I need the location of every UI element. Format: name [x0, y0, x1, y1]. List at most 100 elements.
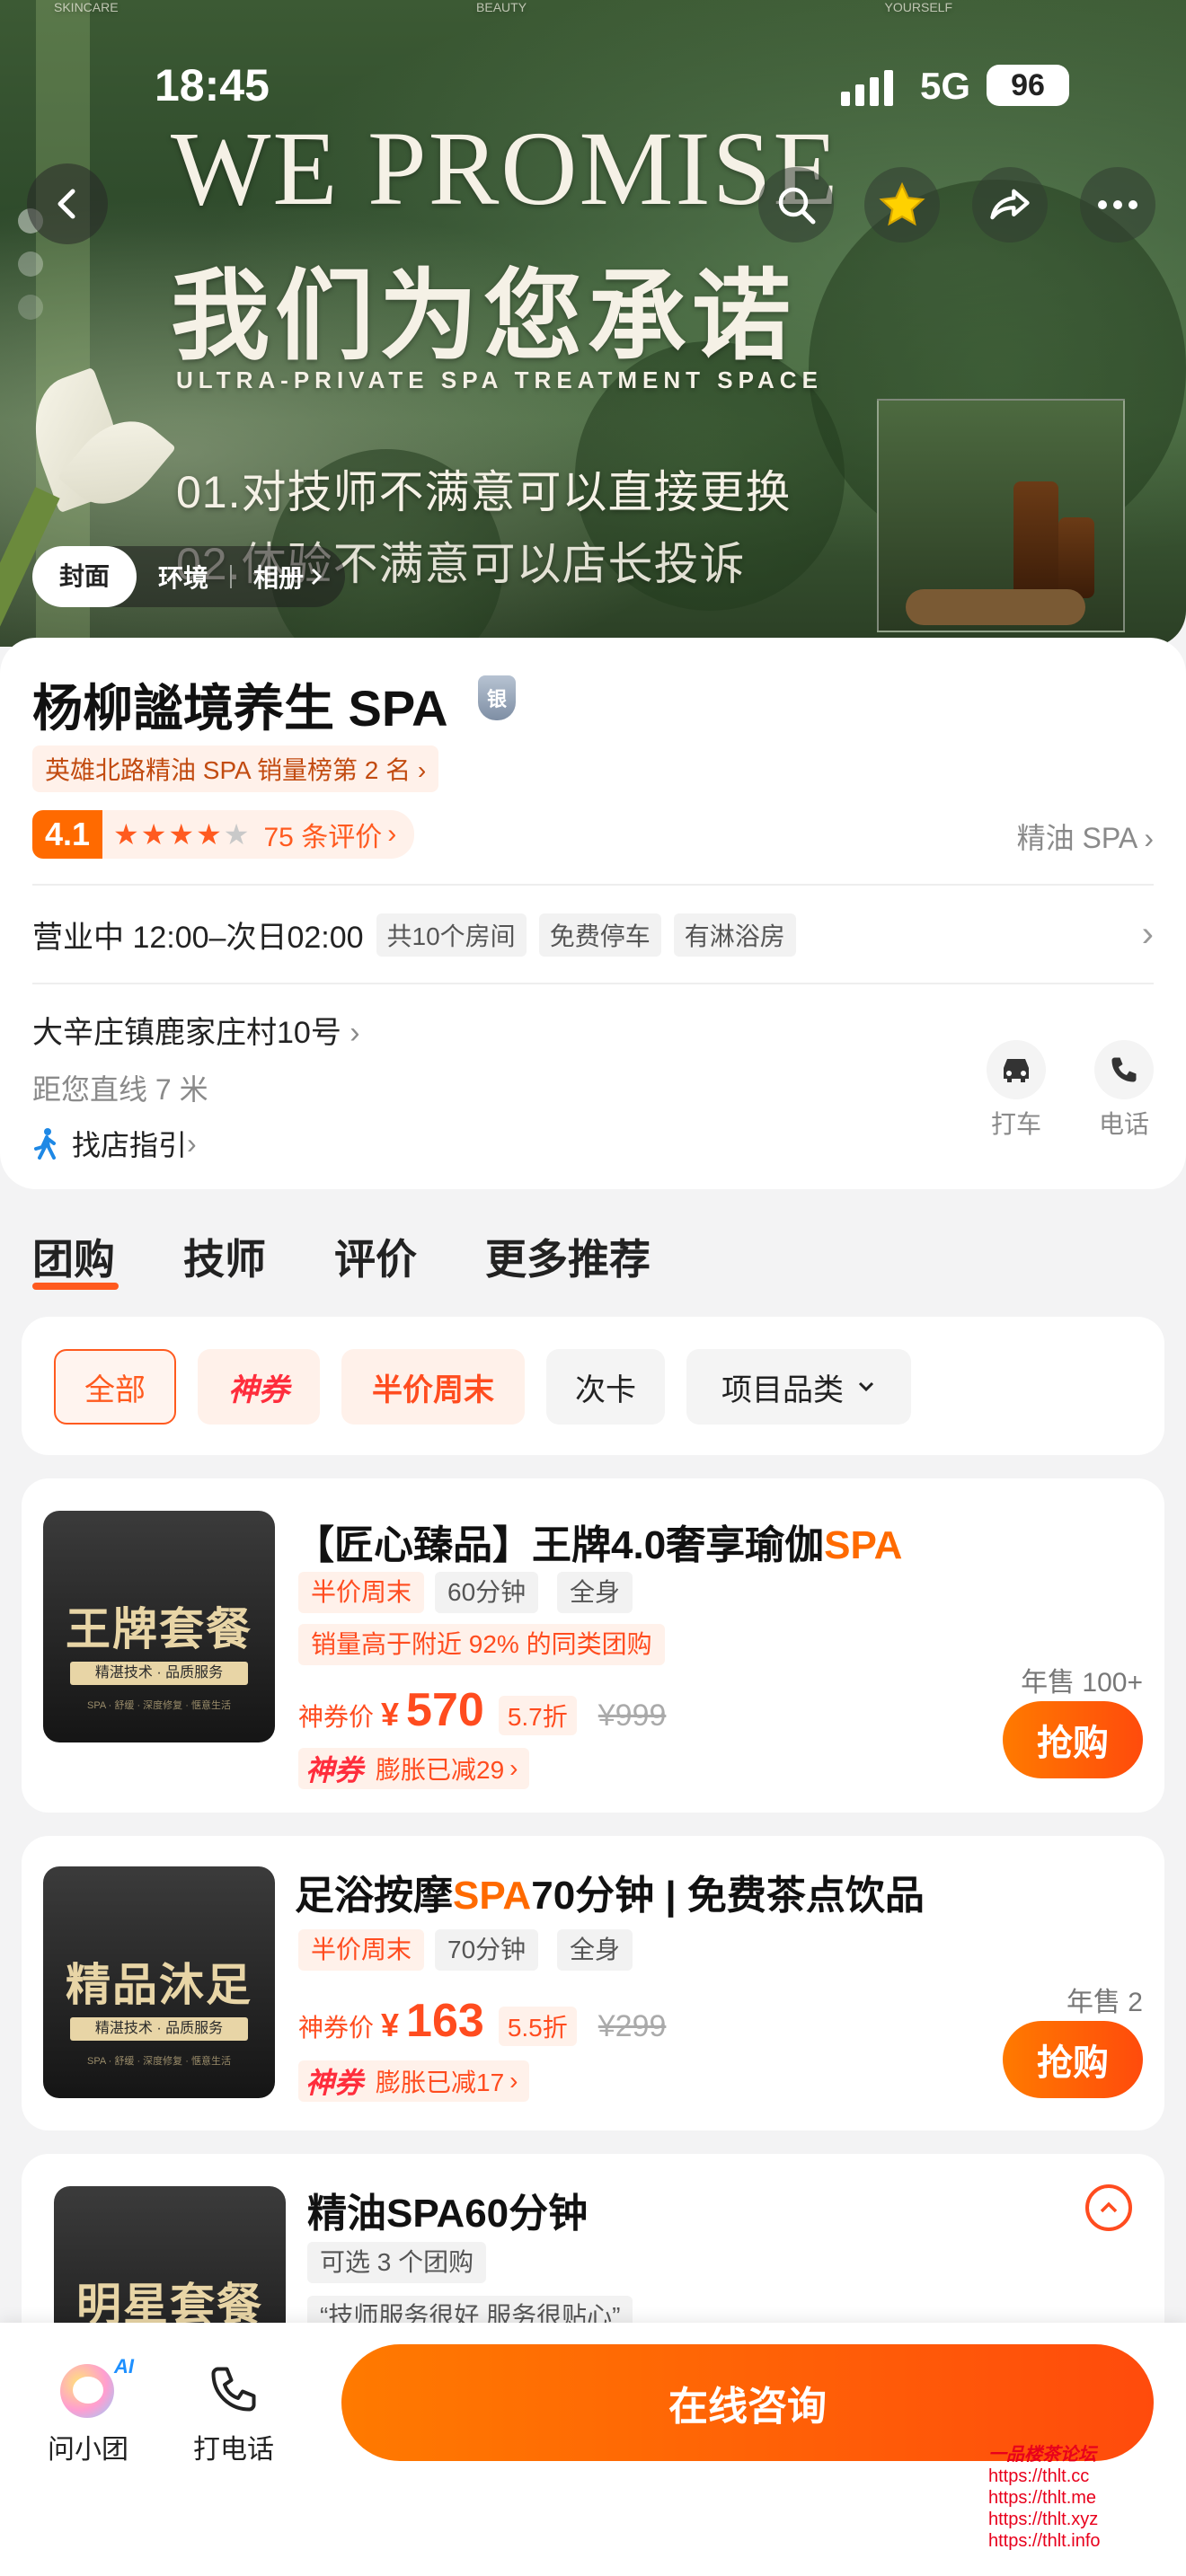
star-icon: ★	[140, 818, 167, 851]
chevron-right-icon: ›	[509, 1754, 518, 1782]
favorite-button[interactable]	[864, 167, 940, 243]
coupon-chip[interactable]: 神券 膨胀已减17 ›	[298, 2060, 529, 2102]
chevron-right-icon: ›	[341, 1016, 360, 1050]
hero-top-labels: SKINCARE BEAUTY YOURSELF	[54, 0, 952, 14]
status-time: 18:45	[155, 60, 270, 110]
more-button[interactable]	[1080, 167, 1155, 243]
hero-tray	[906, 589, 1085, 625]
tab-technician[interactable]: 技师	[183, 1227, 266, 1286]
facility-chip: 免费停车	[538, 913, 661, 957]
ai-badge: AI	[114, 2355, 134, 2378]
deal-title: 精油SPA60分钟	[307, 2192, 589, 2236]
call-label: 打电话	[193, 2435, 274, 2465]
deal-tag: 全身	[557, 1572, 633, 1613]
shop-name: 杨柳謐境养生 SPA	[32, 680, 448, 737]
currency: ¥	[381, 1696, 400, 1733]
battery-level: 96	[1011, 67, 1045, 102]
thumb-tiny: SPA · 舒缓 · 深度修复 · 惬意生活	[87, 1700, 231, 1711]
collapse-button[interactable]	[1085, 2184, 1132, 2231]
address-link[interactable]: 大辛庄镇鹿家庄村10号 ›	[32, 1008, 360, 1052]
chevron-right-icon	[311, 568, 323, 586]
guide-link[interactable]: 找店指引 ›	[32, 1123, 197, 1164]
filter-half-price-weekend[interactable]: 半价周末	[341, 1349, 525, 1425]
taxi-label: 打车	[990, 1110, 1041, 1138]
chevron-right-icon: ›	[411, 756, 427, 784]
review-count: 75 条评价	[263, 823, 383, 852]
rank-text: 英雄北路精油 SPA 销量榜第 2 名	[45, 756, 412, 784]
watermark-url: https://thlt.me	[988, 2488, 1097, 2508]
filter-bar: 全部 神券 半价周末 次卡 项目品类	[22, 1317, 1164, 1455]
guide-text: 找店指引	[72, 1129, 188, 1161]
filter-category-dropdown[interactable]: 项目品类	[686, 1349, 911, 1425]
rank-chip[interactable]: 英雄北路精油 SPA 销量榜第 2 名 ›	[32, 745, 439, 792]
photo-tab-cover[interactable]: 封面	[32, 546, 137, 607]
star-icon: ★	[168, 818, 195, 851]
battery-icon: 96	[987, 65, 1069, 106]
phone-icon	[1094, 1040, 1154, 1099]
discount-badge: 5.5折	[498, 2007, 577, 2046]
deal-card[interactable]: 精品沐足 精湛技术 · 品质服务 SPA · 舒缓 · 深度修复 · 惬意生活 …	[22, 1836, 1164, 2130]
price-label: 神券价	[298, 2014, 375, 2042]
thumb-tiny: SPA · 舒缓 · 深度修复 · 惬意生活	[87, 2056, 231, 2067]
hero-product-photo	[877, 399, 1125, 632]
watermark-title: 一品楼茶论坛	[988, 2445, 1096, 2465]
discount-badge: 5.7折	[498, 1696, 577, 1735]
price-label: 神券价	[298, 1703, 375, 1731]
hero-headline-en: WE PROMISE	[171, 110, 840, 227]
hero-top-label: YOURSELF	[884, 0, 952, 14]
deal-card[interactable]: 王牌套餐 精湛技术 · 品质服务 SPA · 舒缓 · 深度修复 · 惬意生活 …	[22, 1478, 1164, 1813]
star-empty-icon: ★	[223, 818, 250, 851]
buy-button[interactable]: 抢购	[1003, 2021, 1143, 2098]
tab-reviews[interactable]: 评价	[334, 1227, 417, 1286]
deal-title: 【匠心臻品】王牌4.0奢享瑜伽SPA	[295, 1523, 903, 1567]
chevron-right-icon: ›	[509, 2067, 518, 2095]
coupon-label: 神券	[305, 1754, 364, 1786]
category-text: 精油 SPA	[1016, 822, 1137, 854]
filter-category-label: 项目品类	[721, 1372, 844, 1407]
chevron-down-icon	[858, 1381, 874, 1392]
hero-banner[interactable]: SKINCARE BEAUTY YOURSELF WE PROMISE 我们为您…	[0, 0, 1186, 647]
active-tab-indicator	[32, 1283, 119, 1290]
photo-tab-album[interactable]: 相册	[232, 559, 309, 595]
call-button[interactable]: 打电话	[189, 2362, 279, 2466]
tab-more-recommend[interactable]: 更多推荐	[485, 1227, 651, 1286]
deal-thumbnail: 王牌套餐 精湛技术 · 品质服务 SPA · 舒缓 · 深度修复 · 惬意生活	[43, 1511, 275, 1742]
share-button[interactable]	[972, 167, 1048, 243]
divider	[32, 983, 1154, 984]
coupon-text: 膨胀已减29	[376, 1756, 505, 1784]
rating-row[interactable]: 4.1 ★ ★ ★ ★ ★ 75 条评价 ›	[32, 810, 415, 859]
taxi-button[interactable]: 打车	[985, 1040, 1048, 1141]
deal-tag: 60分钟	[435, 1572, 539, 1613]
coupon-chip[interactable]: 神券 膨胀已减29 ›	[298, 1748, 529, 1789]
filter-package-card[interactable]: 次卡	[546, 1349, 665, 1425]
assistant-label: 问小团	[48, 2435, 128, 2465]
phone-button[interactable]: 电话	[1093, 1040, 1155, 1141]
buy-button[interactable]: 抢购	[1003, 1701, 1143, 1778]
distance: 距您直线 7 米	[32, 1073, 208, 1106]
photo-tab-environment[interactable]: 环境	[137, 559, 230, 595]
tab-group-buy[interactable]: 团购	[32, 1227, 115, 1286]
walk-icon	[34, 1128, 56, 1160]
deal-title: 足浴按摩SPA70分钟 | 免费茶点饮品	[295, 1874, 925, 1918]
assistant-avatar-icon: AI	[55, 2355, 134, 2422]
thumb-title: 王牌套餐	[66, 1604, 252, 1654]
back-button[interactable]	[27, 163, 108, 244]
deal-tag: 全身	[557, 1929, 633, 1971]
oil-bottle-icon	[1013, 481, 1058, 598]
search-button[interactable]	[758, 167, 834, 243]
share-icon	[990, 189, 1030, 220]
watermark-url: https://thlt.xyz	[988, 2510, 1099, 2529]
filter-shenquan[interactable]: 神券	[198, 1349, 320, 1425]
deal-sales-highlight: 销量高于附近 92% 的同类团购	[298, 1624, 665, 1665]
network-type: 5G	[920, 65, 971, 107]
hours-row[interactable]: 营业中 12:00–次日02:00 共10个房间 免费停车 有淋浴房 ›	[32, 913, 1154, 957]
assistant-button[interactable]: AI 问小团	[43, 2355, 134, 2466]
more-dots-icon	[1098, 200, 1137, 209]
signal-icon	[841, 70, 893, 106]
price-row: 神券价 ¥ 570 5.7折 ¥999	[298, 1683, 666, 1737]
coupon-text: 膨胀已减17	[376, 2069, 505, 2096]
deal-thumbnail: 精品沐足 精湛技术 · 品质服务 SPA · 舒缓 · 深度修复 · 惬意生活	[43, 1866, 275, 2098]
business-hours: 营业中 12:00–次日02:00	[32, 921, 364, 955]
filter-all[interactable]: 全部	[54, 1349, 176, 1425]
category-link[interactable]: 精油 SPA ›	[1017, 816, 1154, 857]
